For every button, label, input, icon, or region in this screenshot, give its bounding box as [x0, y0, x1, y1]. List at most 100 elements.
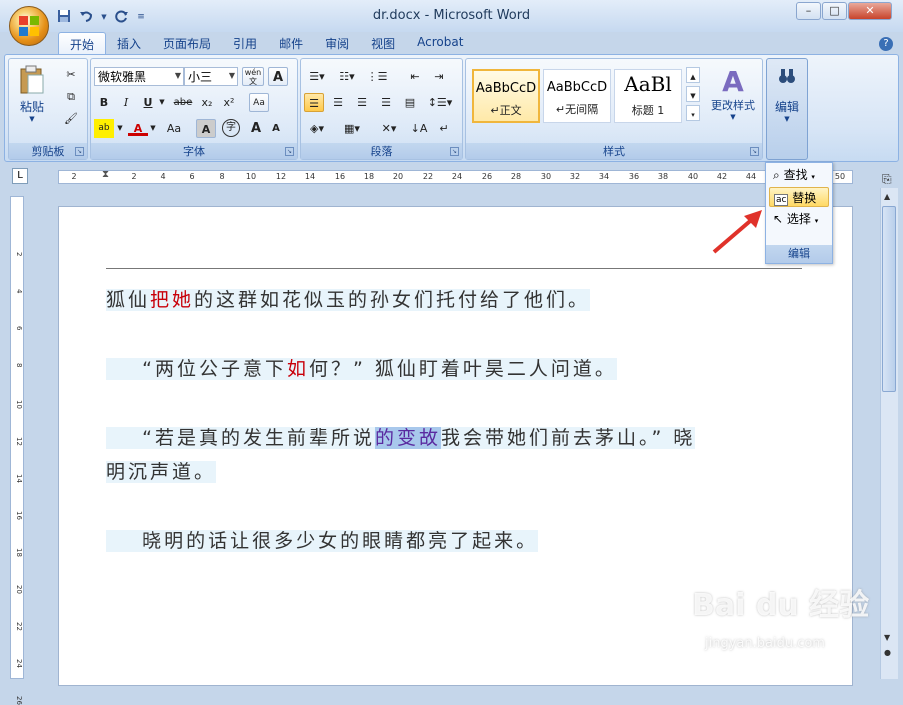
text-run: “若是真的发生前辈所说	[106, 427, 376, 449]
font-name-combo[interactable]: 微软雅黑 ▼	[94, 67, 184, 86]
borders-icon[interactable]: ▦▾	[339, 119, 365, 138]
close-button[interactable]: ✕	[848, 2, 892, 20]
ruler-number: 28	[510, 172, 522, 181]
ruler-number: 2	[131, 172, 137, 181]
styles-launcher-icon[interactable]: ↘	[750, 147, 759, 156]
chevron-down-icon[interactable]: ▼	[157, 93, 167, 112]
align-right-icon[interactable]: ☰	[352, 93, 372, 112]
ruler-number: 14	[15, 474, 23, 483]
tab-page-layout[interactable]: 页面布局	[152, 32, 222, 54]
shading-icon[interactable]: ◈▾	[304, 119, 330, 138]
italic-button[interactable]: I	[116, 93, 136, 112]
format-painter-icon[interactable]: 🖌	[61, 109, 81, 128]
highlight-button[interactable]: ab	[94, 119, 114, 138]
styles-scroll-up-icon[interactable]: ▲	[686, 67, 700, 83]
align-center-icon[interactable]: ☰	[328, 93, 348, 112]
line-spacing-icon[interactable]: ↕☰▾	[425, 93, 455, 112]
ruler-number: 32	[569, 172, 581, 181]
enclose-characters-button[interactable]: 字	[222, 119, 240, 137]
bold-button[interactable]: B	[94, 93, 114, 112]
multilevel-list-icon[interactable]: ⋮☰	[364, 67, 390, 86]
styles-more-icon[interactable]: ▾	[686, 105, 700, 121]
paragraph-launcher-icon[interactable]: ↘	[450, 147, 459, 156]
bullets-icon[interactable]: ☰▾	[304, 67, 330, 86]
grow-font-button[interactable]: A	[246, 119, 266, 138]
ruler-number: 30	[540, 172, 552, 181]
cut-icon[interactable]: ✂	[61, 65, 81, 84]
font-color-button[interactable]: A	[128, 119, 148, 136]
distributed-icon[interactable]: ▤	[400, 93, 420, 112]
clipboard-launcher-icon[interactable]: ↘	[75, 147, 84, 156]
paragraph-2[interactable]: “两位公子意下如何？” 狐仙盯着叶昊二人问道。	[106, 352, 617, 386]
view-ruler-icon[interactable]: ⎘	[882, 172, 892, 187]
scrollbar-thumb[interactable]	[882, 206, 896, 392]
subscript-button[interactable]: x₂	[197, 93, 217, 112]
find-menu-item[interactable]: ⌕ 查找 ▾	[769, 165, 829, 185]
change-case-button[interactable]: Aa	[162, 119, 186, 138]
style-heading-1[interactable]: AaBl 标题 1	[614, 69, 682, 123]
increase-indent-icon[interactable]: ⇥	[429, 67, 449, 86]
tab-selector[interactable]: L	[12, 168, 28, 184]
clear-formatting-button[interactable]: Aa	[249, 93, 269, 112]
help-icon[interactable]: ?	[879, 37, 893, 51]
editing-button[interactable]: 编辑 ▼	[767, 67, 807, 123]
font-size-combo[interactable]: 小三 ▼	[184, 67, 238, 86]
scroll-down-icon[interactable]: ▼	[884, 633, 890, 642]
shrink-font-button[interactable]: A	[266, 119, 286, 138]
justify-icon[interactable]: ☰	[376, 93, 396, 112]
font-launcher-icon[interactable]: ↘	[285, 147, 294, 156]
show-marks-icon[interactable]: ↵	[434, 119, 454, 138]
ribbon: 粘贴 ▼ ✂ ⧉ 🖌 剪贴板 ↘ 微软雅黑 ▼ 小三 ▼ wén 文 A B I U …	[4, 54, 899, 162]
style-normal[interactable]: AaBbCcD ↵正文	[472, 69, 540, 123]
superscript-button[interactable]: x²	[219, 93, 239, 112]
scroll-up-icon[interactable]: ▲	[884, 192, 890, 201]
replace-menu-item[interactable]: ac 替换	[769, 187, 829, 207]
style-sample: AaBbCcD	[546, 80, 608, 95]
indent-marker-icon[interactable]: ⧗	[102, 169, 109, 180]
numbering-icon[interactable]: ☷▾	[334, 67, 360, 86]
chinese-layout-icon[interactable]: ✕▾	[375, 119, 403, 138]
ruler-number: 10	[245, 172, 257, 181]
tab-acrobat[interactable]: Acrobat	[406, 32, 474, 54]
chevron-down-icon[interactable]: ▼	[148, 119, 158, 138]
vertical-ruler[interactable]: 2 4 6 8 10 12 14 16 18 20 22 24 26	[10, 196, 24, 705]
editing-group[interactable]: 编辑 ▼	[766, 58, 808, 160]
phonetic-guide-button[interactable]: wén 文	[242, 67, 264, 86]
ruler-number: 18	[15, 548, 23, 557]
strikethrough-button[interactable]: abe	[171, 93, 195, 112]
ruler-number: 18	[363, 172, 375, 181]
paragraph-3[interactable]: “若是真的发生前辈所说的变故我会带她们前去茅山。” 晓 明沉声道。	[106, 421, 806, 489]
chevron-down-icon[interactable]: ▼	[115, 119, 125, 138]
horizontal-ruler[interactable]: 2 2 4 6 8 10 12 14 16 18 20 22 24 26 28 30 32 34 36 38 40 42 4…	[58, 169, 853, 184]
ruler-number: 26	[481, 172, 493, 181]
paragraph-1[interactable]: 狐仙把她的这群如花似玉的孙女们托付给了他们。	[106, 283, 591, 317]
maximize-button[interactable]: □	[822, 2, 847, 20]
previous-page-icon[interactable]: ●	[884, 648, 891, 657]
paragraph-group-label: 段落	[301, 143, 462, 159]
ruler-number: 44	[745, 172, 757, 181]
decrease-indent-icon[interactable]: ⇤	[405, 67, 425, 86]
paragraph-4[interactable]: 晓明的话让很多少女的眼睛都亮了起来。	[106, 524, 539, 558]
select-menu-item[interactable]: ↖ 选择 ▾	[769, 209, 829, 229]
tab-home[interactable]: 开始	[58, 32, 107, 54]
character-shading-button[interactable]: A	[196, 119, 216, 138]
style-no-spacing[interactable]: AaBbCcD ↵无间隔	[543, 69, 611, 123]
office-button[interactable]	[9, 6, 49, 46]
tab-review[interactable]: 审阅	[314, 32, 360, 54]
tab-insert[interactable]: 插入	[106, 32, 152, 54]
minimize-button[interactable]: –	[796, 2, 821, 20]
tab-mailings[interactable]: 邮件	[268, 32, 314, 54]
tab-references[interactable]: 引用	[222, 32, 268, 54]
styles-scroll-down-icon[interactable]: ▼	[686, 86, 700, 102]
align-left-icon[interactable]: ☰	[304, 93, 324, 112]
ruler-number: 20	[392, 172, 404, 181]
change-styles-button[interactable]: A 更改样式 ▼	[706, 67, 760, 122]
character-border-button[interactable]: A	[268, 67, 288, 86]
copy-icon[interactable]: ⧉	[61, 87, 81, 106]
style-name: 标题 1	[631, 104, 665, 117]
window-controls: – □ ✕	[796, 2, 892, 20]
underline-button[interactable]: U	[138, 93, 158, 112]
tab-view[interactable]: 视图	[360, 32, 406, 54]
paste-button[interactable]: 粘贴 ▼	[17, 65, 47, 125]
sort-icon[interactable]: ↓A	[409, 119, 429, 138]
